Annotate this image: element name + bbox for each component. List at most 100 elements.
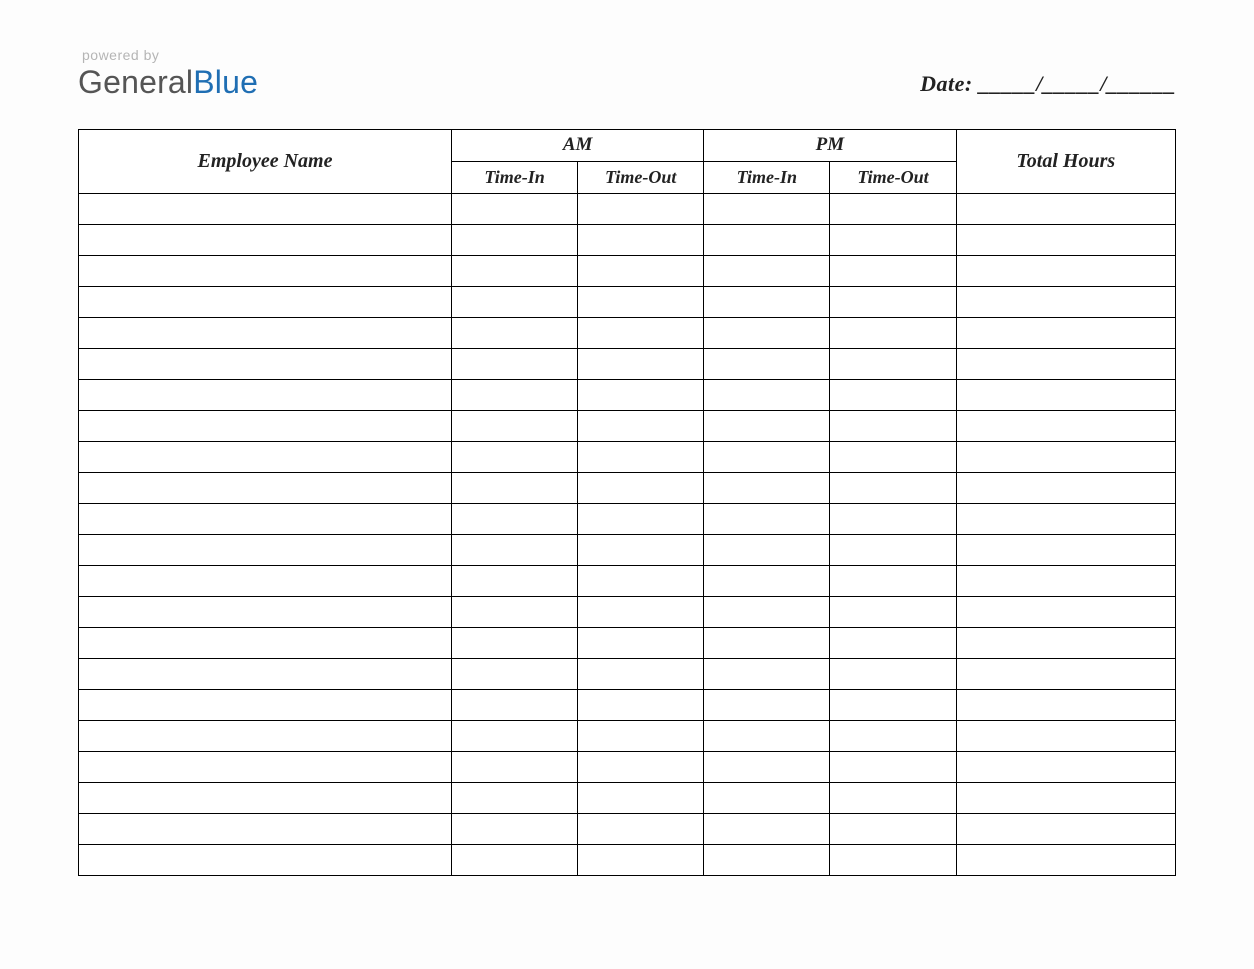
cell-total-hours[interactable] xyxy=(956,813,1175,844)
cell-employee-name[interactable] xyxy=(79,565,452,596)
cell-pm-time-in[interactable] xyxy=(704,255,830,286)
cell-am-time-out[interactable] xyxy=(578,317,704,348)
cell-total-hours[interactable] xyxy=(956,193,1175,224)
cell-am-time-out[interactable] xyxy=(578,751,704,782)
cell-total-hours[interactable] xyxy=(956,782,1175,813)
cell-pm-time-out[interactable] xyxy=(830,596,956,627)
cell-pm-time-in[interactable] xyxy=(704,224,830,255)
cell-pm-time-in[interactable] xyxy=(704,534,830,565)
cell-am-time-out[interactable] xyxy=(578,472,704,503)
cell-pm-time-out[interactable] xyxy=(830,255,956,286)
cell-pm-time-in[interactable] xyxy=(704,565,830,596)
cell-am-time-in[interactable] xyxy=(451,348,577,379)
cell-pm-time-in[interactable] xyxy=(704,689,830,720)
cell-am-time-in[interactable] xyxy=(451,720,577,751)
cell-total-hours[interactable] xyxy=(956,472,1175,503)
cell-am-time-out[interactable] xyxy=(578,720,704,751)
cell-am-time-out[interactable] xyxy=(578,534,704,565)
cell-pm-time-in[interactable] xyxy=(704,379,830,410)
cell-pm-time-out[interactable] xyxy=(830,503,956,534)
cell-employee-name[interactable] xyxy=(79,193,452,224)
cell-total-hours[interactable] xyxy=(956,720,1175,751)
cell-pm-time-out[interactable] xyxy=(830,813,956,844)
cell-am-time-in[interactable] xyxy=(451,689,577,720)
cell-am-time-out[interactable] xyxy=(578,627,704,658)
cell-employee-name[interactable] xyxy=(79,255,452,286)
cell-pm-time-out[interactable] xyxy=(830,224,956,255)
cell-pm-time-in[interactable] xyxy=(704,596,830,627)
cell-total-hours[interactable] xyxy=(956,844,1175,875)
cell-pm-time-in[interactable] xyxy=(704,410,830,441)
cell-employee-name[interactable] xyxy=(79,348,452,379)
cell-total-hours[interactable] xyxy=(956,596,1175,627)
cell-employee-name[interactable] xyxy=(79,472,452,503)
cell-pm-time-in[interactable] xyxy=(704,720,830,751)
cell-am-time-out[interactable] xyxy=(578,286,704,317)
cell-pm-time-out[interactable] xyxy=(830,348,956,379)
cell-am-time-in[interactable] xyxy=(451,782,577,813)
cell-employee-name[interactable] xyxy=(79,441,452,472)
cell-pm-time-out[interactable] xyxy=(830,782,956,813)
cell-employee-name[interactable] xyxy=(79,658,452,689)
cell-pm-time-out[interactable] xyxy=(830,410,956,441)
cell-am-time-in[interactable] xyxy=(451,441,577,472)
cell-employee-name[interactable] xyxy=(79,689,452,720)
cell-am-time-out[interactable] xyxy=(578,410,704,441)
cell-pm-time-in[interactable] xyxy=(704,782,830,813)
cell-am-time-out[interactable] xyxy=(578,813,704,844)
cell-pm-time-out[interactable] xyxy=(830,441,956,472)
cell-am-time-out[interactable] xyxy=(578,844,704,875)
cell-pm-time-out[interactable] xyxy=(830,317,956,348)
cell-am-time-out[interactable] xyxy=(578,689,704,720)
cell-am-time-in[interactable] xyxy=(451,503,577,534)
cell-total-hours[interactable] xyxy=(956,317,1175,348)
cell-pm-time-in[interactable] xyxy=(704,193,830,224)
cell-total-hours[interactable] xyxy=(956,348,1175,379)
cell-total-hours[interactable] xyxy=(956,658,1175,689)
cell-pm-time-out[interactable] xyxy=(830,193,956,224)
cell-am-time-in[interactable] xyxy=(451,565,577,596)
cell-pm-time-in[interactable] xyxy=(704,627,830,658)
cell-am-time-out[interactable] xyxy=(578,224,704,255)
cell-am-time-in[interactable] xyxy=(451,813,577,844)
cell-employee-name[interactable] xyxy=(79,286,452,317)
cell-pm-time-in[interactable] xyxy=(704,503,830,534)
cell-pm-time-in[interactable] xyxy=(704,286,830,317)
cell-pm-time-out[interactable] xyxy=(830,534,956,565)
cell-am-time-out[interactable] xyxy=(578,255,704,286)
cell-employee-name[interactable] xyxy=(79,813,452,844)
cell-total-hours[interactable] xyxy=(956,224,1175,255)
cell-pm-time-out[interactable] xyxy=(830,627,956,658)
cell-employee-name[interactable] xyxy=(79,534,452,565)
cell-am-time-in[interactable] xyxy=(451,751,577,782)
cell-pm-time-in[interactable] xyxy=(704,658,830,689)
cell-total-hours[interactable] xyxy=(956,410,1175,441)
cell-pm-time-out[interactable] xyxy=(830,379,956,410)
cell-am-time-in[interactable] xyxy=(451,534,577,565)
cell-am-time-in[interactable] xyxy=(451,193,577,224)
cell-pm-time-out[interactable] xyxy=(830,844,956,875)
cell-am-time-in[interactable] xyxy=(451,317,577,348)
cell-employee-name[interactable] xyxy=(79,379,452,410)
cell-total-hours[interactable] xyxy=(956,534,1175,565)
cell-am-time-in[interactable] xyxy=(451,410,577,441)
cell-employee-name[interactable] xyxy=(79,224,452,255)
cell-pm-time-in[interactable] xyxy=(704,751,830,782)
cell-am-time-in[interactable] xyxy=(451,379,577,410)
cell-employee-name[interactable] xyxy=(79,844,452,875)
cell-employee-name[interactable] xyxy=(79,410,452,441)
cell-total-hours[interactable] xyxy=(956,627,1175,658)
cell-am-time-out[interactable] xyxy=(578,193,704,224)
cell-am-time-in[interactable] xyxy=(451,472,577,503)
cell-am-time-out[interactable] xyxy=(578,565,704,596)
cell-total-hours[interactable] xyxy=(956,503,1175,534)
cell-am-time-out[interactable] xyxy=(578,348,704,379)
cell-am-time-out[interactable] xyxy=(578,503,704,534)
cell-total-hours[interactable] xyxy=(956,689,1175,720)
cell-pm-time-in[interactable] xyxy=(704,472,830,503)
cell-total-hours[interactable] xyxy=(956,286,1175,317)
cell-total-hours[interactable] xyxy=(956,751,1175,782)
cell-employee-name[interactable] xyxy=(79,596,452,627)
cell-am-time-in[interactable] xyxy=(451,286,577,317)
cell-total-hours[interactable] xyxy=(956,441,1175,472)
